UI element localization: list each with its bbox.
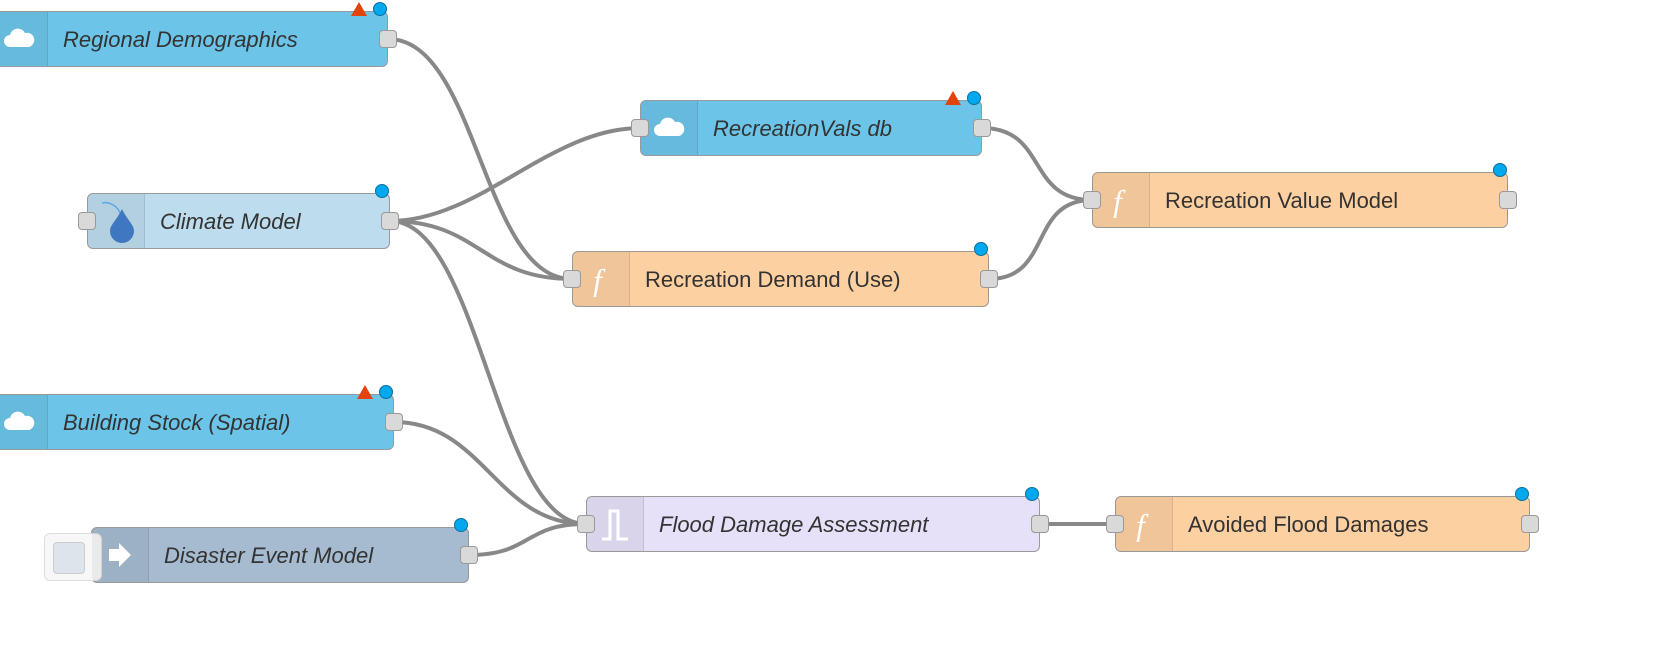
output-port[interactable]: [973, 119, 991, 137]
wire-rdu-to-rvm[interactable]: [988, 198, 1093, 281]
cloud-db-icon: [641, 101, 698, 155]
output-port[interactable]: [1521, 515, 1539, 533]
output-port[interactable]: [379, 30, 397, 48]
output-port[interactable]: [381, 212, 399, 230]
node-avoided-flood-damages[interactable]: f Avoided Flood Damages: [1106, 487, 1539, 552]
inject-arrow-icon: [92, 528, 149, 582]
input-port[interactable]: [577, 515, 595, 533]
cloud-db-icon: [0, 12, 48, 66]
wire-cm-to-fd[interactable]: [389, 219, 587, 526]
output-port[interactable]: [1031, 515, 1049, 533]
status-dot-icon: [373, 2, 387, 16]
node-label: Climate Model: [160, 209, 301, 234]
node-label: RecreationVals db: [713, 116, 892, 141]
node-label: Recreation Value Model: [1165, 188, 1399, 213]
cloud-db-icon: [0, 395, 48, 449]
input-port[interactable]: [1106, 515, 1124, 533]
status-dot-icon: [375, 184, 389, 198]
svg-text:f: f: [1113, 183, 1126, 218]
node-recreation-value-model[interactable]: f Recreation Value Model: [1083, 163, 1517, 228]
input-port[interactable]: [1083, 191, 1101, 209]
node-flood-damage-assessment[interactable]: Flood Damage Assessment: [577, 487, 1049, 552]
status-dot-icon: [1515, 487, 1529, 501]
output-port[interactable]: [980, 270, 998, 288]
node-recreation-demand-use[interactable]: f Recreation Demand (Use): [563, 242, 998, 307]
status-dot-icon: [1025, 487, 1039, 501]
warning-triangle-icon: [351, 2, 367, 16]
wire-bs-to-fd[interactable]: [393, 420, 587, 526]
node-regional-demographics[interactable]: Regional Demographics: [0, 2, 397, 67]
node-building-stock-spatial[interactable]: Building Stock (Spatial): [0, 385, 403, 450]
water-drop-icon: [88, 194, 145, 248]
input-port[interactable]: [563, 270, 581, 288]
svg-text:f: f: [1136, 507, 1149, 542]
node-recreationvals-db[interactable]: RecreationVals db: [631, 91, 991, 156]
switch-pulse-icon: [587, 497, 644, 551]
status-dot-icon: [379, 385, 393, 399]
node-label: Building Stock (Spatial): [63, 410, 291, 435]
wire-de-to-fd[interactable]: [468, 522, 587, 557]
warning-triangle-icon: [945, 91, 961, 105]
status-dot-icon: [967, 91, 981, 105]
warning-triangle-icon: [357, 385, 373, 399]
node-label: Flood Damage Assessment: [659, 512, 929, 537]
wire-cm-to-rv[interactable]: [389, 126, 641, 223]
status-dot-icon: [1493, 163, 1507, 177]
status-dot-icon: [454, 518, 468, 532]
output-port[interactable]: [460, 546, 478, 564]
function-icon: f: [573, 252, 630, 306]
node-label: Avoided Flood Damages: [1188, 512, 1429, 537]
function-icon: f: [1093, 173, 1150, 227]
node-climate-model[interactable]: Climate Model: [78, 184, 399, 249]
output-port[interactable]: [385, 413, 403, 431]
node-label: Disaster Event Model: [164, 543, 374, 568]
svg-text:f: f: [593, 262, 606, 297]
node-disaster-event-model[interactable]: Disaster Event Model: [44, 518, 478, 583]
node-label: Regional Demographics: [63, 27, 298, 52]
wire-rv-to-rvm[interactable]: [981, 126, 1093, 202]
input-port[interactable]: [631, 119, 649, 137]
function-icon: f: [1116, 497, 1173, 551]
input-port[interactable]: [78, 212, 96, 230]
output-port[interactable]: [1499, 191, 1517, 209]
node-label: Recreation Demand (Use): [645, 267, 901, 292]
status-dot-icon: [974, 242, 988, 256]
